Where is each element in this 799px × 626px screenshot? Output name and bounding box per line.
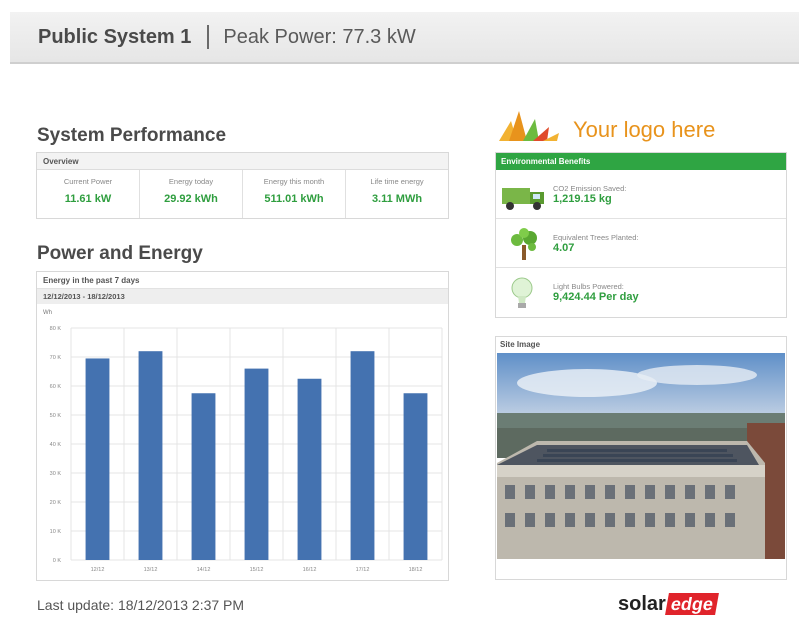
truck-icon [502, 188, 544, 210]
x-tick-label: 17/12 [356, 567, 370, 573]
y-tick-label: 20 K [50, 500, 62, 506]
benefit-row-bulbs: Light Bulbs Powered: 9,424.44 Per day [496, 268, 786, 317]
bar [191, 393, 216, 560]
y-tick-label: 70 K [50, 355, 62, 361]
environmental-benefits-title: Environmental Benefits [496, 153, 786, 170]
power-energy-title: Power and Energy [37, 243, 203, 264]
bar [244, 368, 269, 560]
benefit-row-trees: Equivalent Trees Planted: 4.07 [496, 219, 786, 268]
energy-bar-chart: Wh 0 K 10 K 20 K 30 K 40 K 50 K 60 K 70 K 80 K 12/… [43, 310, 443, 573]
logo-text: Your logo here [573, 117, 716, 142]
light-bulb-icon [511, 277, 533, 308]
tree-icon [511, 228, 537, 260]
metric-label: Energy this month [263, 177, 325, 186]
brand-part2: edge [664, 593, 719, 615]
y-tick-label: 30 K [50, 471, 62, 477]
page-header: Public System 1 Peak Power: 77.3 kW [10, 12, 799, 64]
metric-label: Life time energy [370, 177, 424, 186]
site-image-panel: Site Image [495, 336, 787, 580]
bar [138, 351, 163, 560]
metric-value: 29.92 kWh [164, 193, 218, 205]
x-tick-label: 18/12 [409, 567, 423, 573]
x-tick-label: 12/12 [91, 567, 105, 573]
y-tick-label: 10 K [50, 529, 62, 535]
system-performance-title: System Performance [37, 125, 227, 146]
metric-lifetime-energy: Life time energy 3.11 MWh [346, 170, 448, 218]
y-tick-label: 80 K [50, 326, 62, 332]
benefit-label: Light Bulbs Powered: [553, 282, 624, 291]
metric-value: 511.01 kWh [264, 193, 324, 205]
metric-label: Current Power [63, 177, 113, 186]
metric-energy-month: Energy this month 511.01 kWh [243, 170, 346, 218]
overview-label: Overview [37, 153, 448, 170]
y-tick-label: 0 K [53, 558, 62, 564]
header-divider [207, 25, 210, 49]
metric-current-power: Current Power 11.61 kW [37, 170, 140, 218]
bar [350, 351, 375, 560]
benefit-label: Equivalent Trees Planted: [553, 233, 639, 242]
y-tick-label: 60 K [50, 384, 62, 390]
x-tick-label: 16/12 [303, 567, 317, 573]
leaf-logo-icon [499, 111, 559, 141]
x-tick-label: 13/12 [144, 567, 158, 573]
site-image-title: Site Image [500, 340, 541, 349]
solaredge-logo: solar edge [618, 592, 719, 616]
system-name: Public System 1 [38, 25, 192, 48]
x-tick-label: 14/12 [197, 567, 211, 573]
benefit-row-co2: CO2 Emission Saved: 1,219.15 kg [496, 170, 786, 219]
y-axis-unit: Wh [43, 310, 52, 316]
metric-label: Energy today [168, 177, 214, 186]
metric-energy-today: Energy today 29.92 kWh [140, 170, 243, 218]
bar [403, 393, 428, 560]
energy-chart-panel: Energy in the past 7 days 12/12/2013 - 1… [36, 271, 449, 581]
bar [85, 358, 110, 560]
last-update: Last update: 18/12/2013 2:37 PM [37, 597, 245, 613]
benefit-value: 9,424.44 Per day [553, 291, 639, 303]
energy-chart-label: Energy in the past 7 days [37, 272, 448, 289]
brand-part1: solar [618, 592, 666, 615]
benefit-value: 4.07 [553, 242, 575, 254]
site-photo [497, 353, 785, 559]
environmental-benefits-panel: Environmental Benefits CO2 Emission Save… [495, 152, 787, 318]
y-tick-label: 50 K [50, 413, 62, 419]
benefit-label: CO2 Emission Saved: [553, 184, 627, 193]
benefit-value: 1,219.15 kg [553, 193, 612, 205]
metric-value: 3.11 MWh [371, 193, 423, 205]
peak-power: Peak Power: 77.3 kW [223, 25, 416, 48]
date-range: 12/12/2013 - 18/12/2013 [37, 289, 448, 304]
bar [297, 378, 322, 560]
x-tick-label: 15/12 [250, 567, 264, 573]
metric-value: 11.61 kW [64, 193, 112, 205]
y-tick-label: 40 K [50, 442, 62, 448]
overview-panel: Overview Current Power 11.61 kW Energy t… [36, 152, 449, 219]
